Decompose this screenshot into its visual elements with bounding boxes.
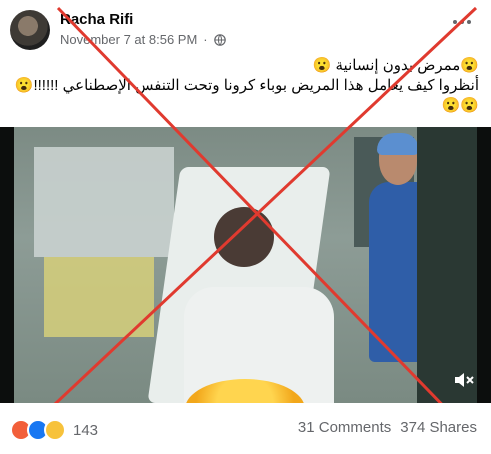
speaker-muted-icon[interactable] [453, 371, 475, 389]
nurse-cap [377, 133, 419, 155]
avatar[interactable] [10, 10, 50, 50]
video-frame [14, 127, 477, 403]
shares-count[interactable]: 374 Shares [400, 419, 477, 436]
dot-icon [467, 20, 471, 24]
reaction-count[interactable]: 143 [73, 422, 98, 439]
dot-icon [460, 20, 464, 24]
sad-icon [44, 419, 66, 441]
post-caption: 😮ممرض بدون إنسانية 😮 أنظروا كيف يعامل هذ… [9, 56, 479, 116]
post-footer: 143 31 Comments 374 Shares [0, 403, 491, 454]
separator: · [203, 32, 208, 47]
timestamp[interactable]: November 7 at 8:56 PM [60, 32, 197, 47]
post-stats: 31 Comments 374 Shares [298, 419, 477, 436]
dot-icon [453, 20, 457, 24]
comments-count[interactable]: 31 Comments [298, 419, 391, 436]
caption-line: 😮ممرض بدون إنسانية 😮 [312, 57, 479, 74]
medical-equipment [44, 257, 154, 337]
wall [417, 127, 477, 403]
caption-line: 😮😮 [441, 97, 479, 114]
video-player[interactable] [0, 127, 491, 403]
caption-line: أنظروا كيف يعامل هذا المريض بوباء كرونا … [14, 77, 479, 94]
more-options-button[interactable] [447, 12, 477, 32]
facebook-post: Racha Rifi November 7 at 8:56 PM · 😮ممرض… [0, 0, 491, 454]
post-meta: November 7 at 8:56 PM · [60, 32, 226, 47]
globe-icon [213, 33, 226, 46]
medical-equipment [34, 147, 174, 257]
author-name[interactable]: Racha Rifi [60, 11, 133, 28]
patient [214, 207, 274, 267]
reactions-summary[interactable]: 143 [10, 419, 98, 441]
